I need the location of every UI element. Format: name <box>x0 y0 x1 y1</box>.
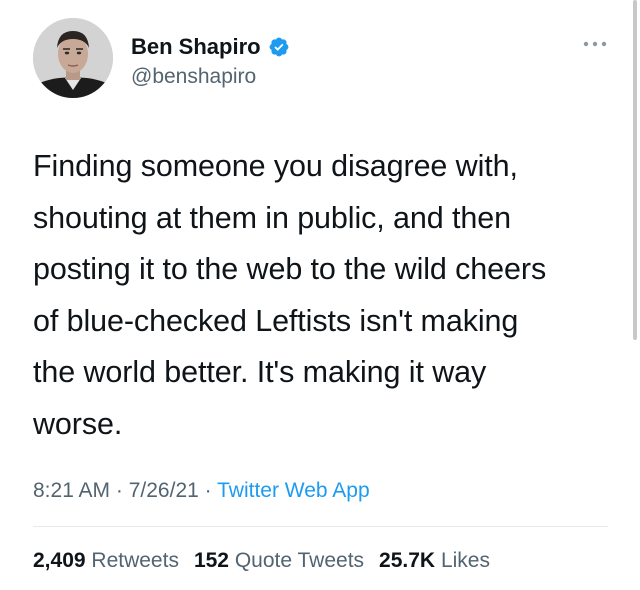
author-display-name[interactable]: Ben Shapiro <box>131 34 261 60</box>
retweets-count: 2,409 <box>33 549 86 572</box>
meta-separator: · <box>110 479 129 502</box>
tweet-time[interactable]: 8:21 AM <box>33 479 110 502</box>
retweets-stat[interactable]: 2,409 Retweets <box>33 546 179 576</box>
likes-label: Likes <box>440 549 490 572</box>
tweet-date[interactable]: 7/26/21 <box>129 479 199 502</box>
more-dots-icon <box>583 41 607 47</box>
tweet-card: Ben Shapiro @benshapiro Finding someone … <box>0 0 640 590</box>
avatar-portrait-icon <box>33 18 113 98</box>
quote-tweets-count: 152 <box>193 549 229 572</box>
verified-badge-icon <box>268 36 290 58</box>
tweet-metadata: 8:21 AM · 7/26/21 · Twitter Web App <box>33 476 370 506</box>
author-name-row: Ben Shapiro <box>131 34 290 60</box>
retweets-label: Retweets <box>91 549 179 572</box>
tweet-stats: 2,409 Retweets 152 Quote Tweets 25.7K Li… <box>33 546 490 576</box>
quote-tweets-label: Quote Tweets <box>234 549 365 572</box>
more-options-button[interactable] <box>580 32 610 56</box>
avatar[interactable] <box>33 18 113 98</box>
likes-count: 25.7K <box>379 549 436 572</box>
meta-separator: · <box>198 479 218 502</box>
tweet-body-text: Finding someone you disagree with, shout… <box>33 149 547 441</box>
likes-stat[interactable]: 25.7K Likes <box>379 546 490 576</box>
quote-tweets-stat[interactable]: 152 Quote Tweets <box>194 546 364 576</box>
author-handle[interactable]: @benshapiro <box>131 64 256 90</box>
divider <box>33 526 608 527</box>
scrollbar[interactable] <box>633 0 637 340</box>
tweet-source-link[interactable]: Twitter Web App <box>217 479 370 502</box>
